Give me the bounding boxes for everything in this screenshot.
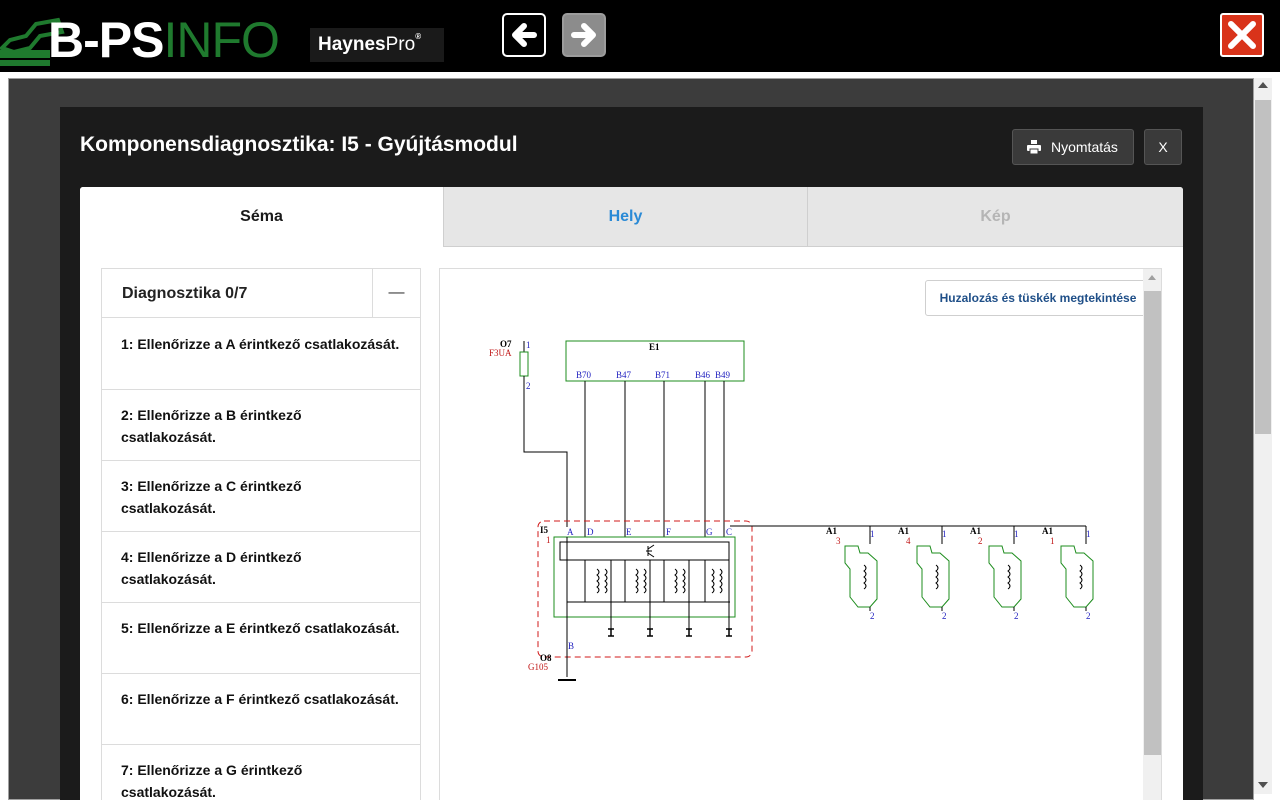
ecu-pin: B47 <box>616 370 632 380</box>
fuse-pin-top: 1 <box>526 340 531 350</box>
diagnostic-item[interactable]: 5: Ellenőrizze a E érintkező csatlakozás… <box>102 603 420 674</box>
print-button[interactable]: Nyomtatás <box>1012 129 1134 165</box>
forward-button[interactable] <box>562 13 606 57</box>
scroll-thumb[interactable] <box>1255 100 1271 434</box>
fuse-pin-bottom: 2 <box>526 381 531 391</box>
diagnostic-item[interactable]: 2: Ellenőrizze a B érintkező csatlakozás… <box>102 390 420 461</box>
diagnostics-header[interactable]: Diagnosztika 0/7 — <box>102 269 420 318</box>
component-diagnostics-modal: Komponensdiagnosztika: I5 - Gyújtásmodul… <box>60 107 1203 800</box>
logo-b: B <box>48 12 84 68</box>
plug-pin-top: 1 <box>1086 529 1091 539</box>
wiring-schematic[interactable]: O7 F3UA 1 2 E1 B70 B47 B71 B46 B49 I5 1 … <box>440 269 1143 800</box>
plug-name: A1 <box>1042 526 1053 536</box>
diagnostic-item[interactable]: 4: Ellenőrizze a D érintkező csatlakozás… <box>102 532 420 603</box>
close-icon <box>1228 21 1256 49</box>
diagnostics-title: Diagnosztika 0/7 <box>122 285 248 302</box>
ecu-pin: B46 <box>695 370 711 380</box>
scroll-down-icon[interactable] <box>1258 782 1268 788</box>
tab-kep[interactable]: Kép <box>807 187 1183 247</box>
plug-pin-bottom: 2 <box>942 611 947 621</box>
plug-pin-bottom: 2 <box>1086 611 1091 621</box>
haynespro-logo: HaynesPro® <box>310 28 444 62</box>
spark-plug-4: A1 1 1 2 <box>1042 526 1094 621</box>
scroll-up-icon[interactable] <box>1148 275 1156 280</box>
transistor-icon <box>646 544 655 558</box>
coil-pair-4 <box>704 560 732 637</box>
module-number: 1 <box>546 535 551 545</box>
module-pin-b: B <box>568 641 574 651</box>
arrow-left-icon <box>512 23 537 47</box>
coil-pair-2 <box>624 560 653 637</box>
plug-number: 2 <box>978 536 983 546</box>
coil-pair-1 <box>584 560 614 637</box>
tab-hely[interactable]: Hely <box>443 187 807 247</box>
module-pin: A <box>567 527 574 537</box>
module-pin: G <box>706 527 713 537</box>
plug-pin-top: 1 <box>870 529 875 539</box>
plug-name: A1 <box>898 526 909 536</box>
module-boundary <box>537 520 753 658</box>
plug-name: A1 <box>970 526 981 536</box>
module-pin: F <box>666 527 671 537</box>
scroll-thumb[interactable] <box>1144 291 1161 755</box>
diagnostic-item[interactable]: 6: Ellenőrizze a F érintkező csatlakozás… <box>102 674 420 745</box>
module-pin: D <box>587 527 594 537</box>
ecu-pin: B70 <box>576 370 592 380</box>
plug-name: A1 <box>826 526 837 536</box>
diagnostic-item[interactable]: 1: Ellenőrizze a A érintkező csatlakozás… <box>102 319 420 390</box>
fuse-symbol <box>519 351 529 377</box>
arrow-right-icon <box>571 23 596 47</box>
view-wiring-button[interactable]: Huzalozás és tüskék megtekintése <box>925 280 1151 316</box>
module-name: I5 <box>540 525 549 535</box>
logo-text: B-PSINFO <box>48 12 280 68</box>
module-inner-box <box>553 536 736 618</box>
modal-close-button[interactable]: X <box>1144 129 1182 165</box>
printer-icon <box>1027 140 1041 154</box>
fuse-code: F3UA <box>489 348 512 358</box>
tab-bar: Séma Hely Kép <box>80 187 1183 247</box>
plug-number: 1 <box>1050 536 1055 546</box>
haynes-registered-mark: ® <box>415 32 422 41</box>
logo-dash: - <box>83 12 100 68</box>
wire <box>523 376 568 527</box>
ecu-pin: B71 <box>655 370 670 380</box>
haynes-text: Haynes <box>318 34 386 55</box>
ground-code: G105 <box>528 662 548 672</box>
diagnostic-item[interactable]: 3: Ellenőrizze a C érintkező csatlakozás… <box>102 461 420 532</box>
print-label: Nyomtatás <box>1051 139 1118 155</box>
spark-plug-3: A1 2 1 2 <box>970 526 1022 621</box>
viewer-scrollbar[interactable] <box>1143 269 1161 800</box>
top-bar: B-PSINFO HaynesPro® <box>0 0 1280 72</box>
logo-ps: PS <box>98 12 165 68</box>
schematic-viewer[interactable]: O7 F3UA 1 2 E1 B70 B47 B71 B46 B49 I5 1 … <box>439 268 1162 800</box>
plug-number: 3 <box>836 536 841 546</box>
module-pin: E <box>626 527 632 537</box>
close-app-button[interactable] <box>1220 13 1264 57</box>
tab-sema[interactable]: Séma <box>80 187 443 247</box>
modal-panel: Séma Hely Kép Diagnosztika 0/7 — 1: Elle… <box>80 187 1183 800</box>
spark-plug-1: A1 3 1 2 <box>826 526 878 621</box>
modal-title: Komponensdiagnosztika: I5 - Gyújtásmodul <box>80 133 518 156</box>
driver-block <box>559 541 730 561</box>
page-scrollbar[interactable] <box>1254 78 1272 794</box>
ecu-pin: B49 <box>715 370 731 380</box>
back-button[interactable] <box>502 13 546 57</box>
logo-info: INFO <box>163 12 279 68</box>
ecu-name: E1 <box>649 342 660 352</box>
diagnostic-item[interactable]: 7: Ellenőrizze a G érintkező csatlakozás… <box>102 745 420 800</box>
diagnostics-panel: Diagnosztika 0/7 — 1: Ellenőrizze a A ér… <box>101 268 421 800</box>
plug-pin-top: 1 <box>942 529 947 539</box>
scroll-up-icon[interactable] <box>1258 82 1268 88</box>
spark-plug-2: A1 4 1 2 <box>898 526 950 621</box>
plug-pin-bottom: 2 <box>870 611 875 621</box>
collapse-button[interactable]: — <box>372 269 420 318</box>
plug-pin-bottom: 2 <box>1014 611 1019 621</box>
module-pin: C <box>726 527 732 537</box>
plug-number: 4 <box>906 536 911 546</box>
bps-info-logo: B-PSINFO <box>0 2 280 70</box>
plug-pin-top: 1 <box>1014 529 1019 539</box>
coil-pair-3 <box>663 560 692 637</box>
haynes-pro-text: Pro <box>385 34 416 55</box>
